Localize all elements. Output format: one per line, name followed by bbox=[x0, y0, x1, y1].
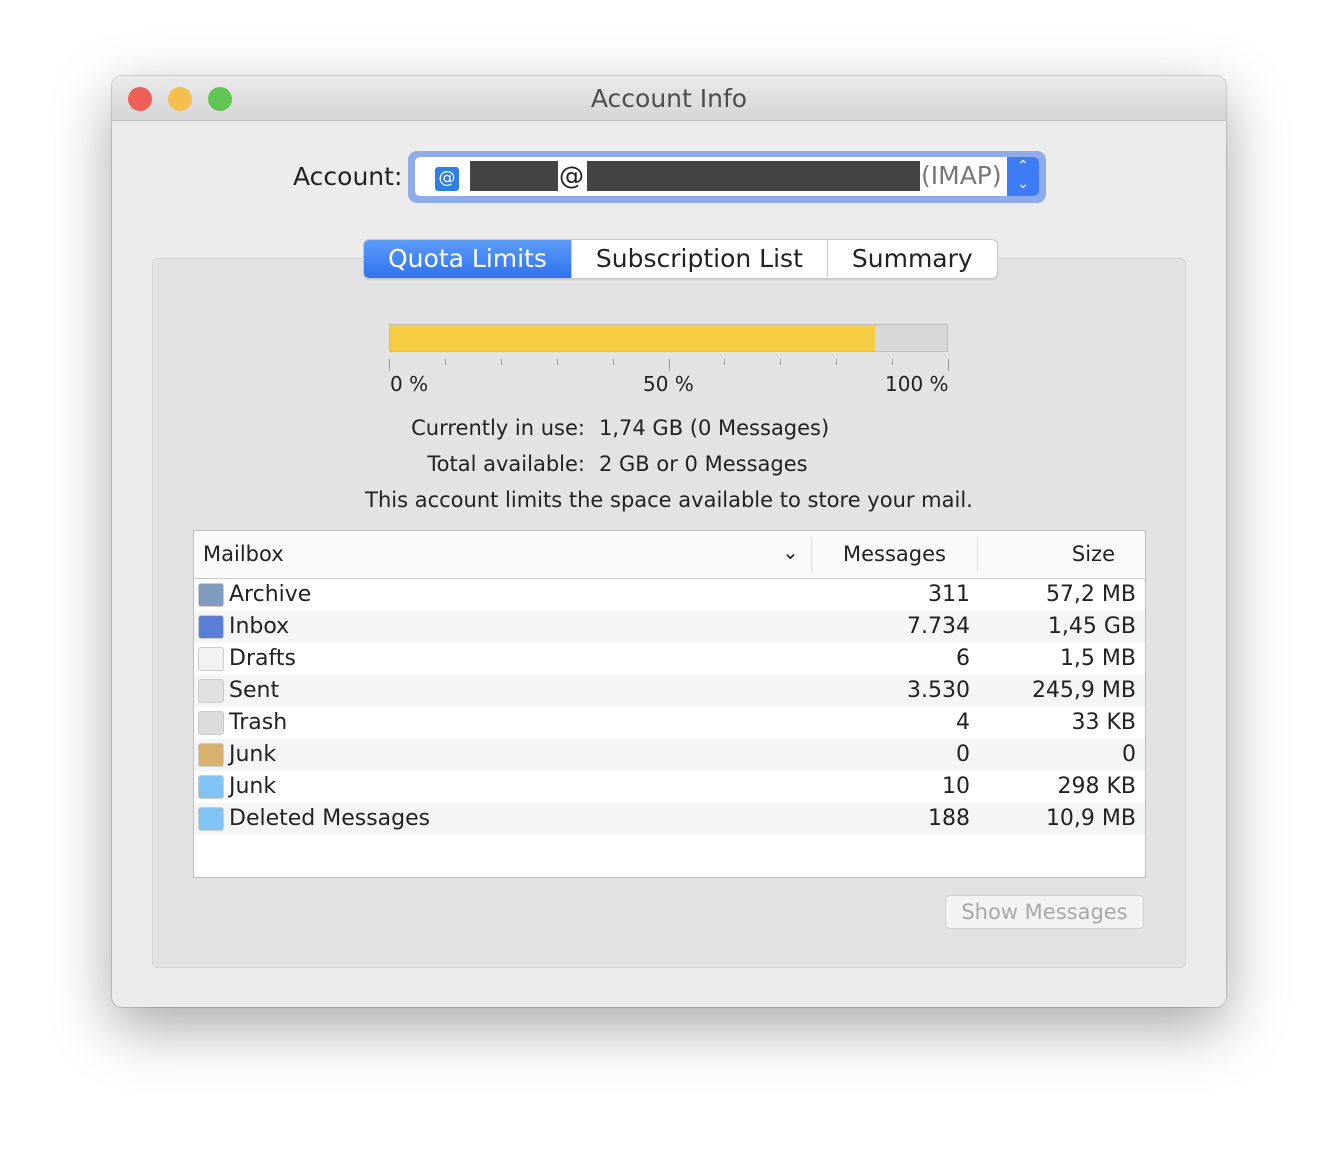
scale-tick bbox=[780, 359, 782, 365]
tab-summary[interactable]: Summary bbox=[828, 240, 997, 278]
title-bar: Account Info bbox=[112, 76, 1226, 121]
table-row[interactable]: Sent 3.530 245,9 MB bbox=[194, 675, 1145, 707]
in-use-label: Currently in use: bbox=[411, 416, 585, 440]
scale-tick bbox=[389, 359, 390, 371]
inbox-tray-icon bbox=[198, 615, 224, 639]
show-messages-button[interactable]: Show Messages bbox=[945, 895, 1144, 929]
table-row[interactable]: Archive 311 57,2 MB bbox=[194, 579, 1145, 611]
folder-icon bbox=[198, 775, 224, 799]
table-row[interactable]: Trash 4 33 KB bbox=[194, 707, 1145, 739]
scale-label-0: 0 % bbox=[390, 372, 429, 396]
quota-bar bbox=[389, 324, 948, 352]
scale-tick bbox=[948, 359, 949, 371]
account-label: Account: bbox=[293, 162, 403, 191]
scale-tick bbox=[836, 359, 838, 365]
mailbox-size: 245,9 MB bbox=[1031, 678, 1136, 703]
column-messages[interactable]: Messages bbox=[843, 542, 946, 566]
mailbox-size: 10,9 MB bbox=[1045, 806, 1136, 831]
quota-note: This account limits the space available … bbox=[365, 488, 973, 512]
draft-document-icon bbox=[198, 647, 224, 671]
scale-tick bbox=[612, 359, 614, 365]
at-sign-icon: @ bbox=[435, 167, 459, 191]
table-row[interactable]: Deleted Messages 188 10,9 MB bbox=[194, 803, 1145, 835]
in-use-value: 1,74 GB (0 Messages) bbox=[599, 416, 830, 440]
table-row[interactable]: Inbox 7.734 1,45 GB bbox=[194, 611, 1145, 643]
message-count: 10 bbox=[942, 774, 970, 799]
quota-bar-fill bbox=[390, 325, 875, 351]
mailbox-size: 298 KB bbox=[1057, 774, 1136, 799]
table-row[interactable]: Junk 10 298 KB bbox=[194, 771, 1145, 803]
paper-plane-icon bbox=[198, 679, 224, 703]
scale-label-50: 50 % bbox=[643, 372, 694, 396]
archive-box-icon bbox=[198, 583, 224, 607]
mailbox-name: Junk bbox=[229, 774, 277, 799]
mailbox-size: 1,5 MB bbox=[1059, 646, 1136, 671]
window-title: Account Info bbox=[590, 84, 748, 113]
mailbox-name: Drafts bbox=[229, 646, 296, 671]
mailbox-size: 33 KB bbox=[1071, 710, 1136, 735]
redacted-domain bbox=[587, 161, 920, 191]
message-count: 3.530 bbox=[907, 678, 970, 703]
scale-label-100: 100 % bbox=[885, 372, 949, 396]
column-size[interactable]: Size bbox=[1072, 542, 1115, 566]
chevron-down-icon[interactable]: ⌄ bbox=[782, 540, 799, 564]
tab-subscription-list[interactable]: Subscription List bbox=[572, 240, 828, 278]
message-count: 7.734 bbox=[907, 614, 970, 639]
mailbox-size: 0 bbox=[1122, 742, 1136, 767]
mailbox-name: Deleted Messages bbox=[229, 806, 431, 831]
scale-tick bbox=[668, 359, 670, 371]
scale-tick bbox=[500, 359, 502, 365]
table-header: Mailbox ⌄ Messages Size bbox=[194, 531, 1145, 579]
message-count: 0 bbox=[956, 742, 970, 767]
empty-row bbox=[194, 835, 1145, 867]
redacted-username bbox=[470, 161, 558, 191]
table-row[interactable]: Junk 0 0 bbox=[194, 739, 1145, 771]
total-label: Total available: bbox=[427, 452, 585, 476]
message-count: 188 bbox=[928, 806, 970, 831]
tab-bar: Quota Limits Subscription List Summary bbox=[363, 239, 998, 279]
scale-tick bbox=[556, 359, 558, 365]
mailbox-name: Archive bbox=[229, 582, 312, 607]
mailbox-size: 57,2 MB bbox=[1045, 582, 1136, 607]
scale-tick bbox=[724, 359, 726, 365]
mailbox-table: Mailbox ⌄ Messages Size Archive 311 57,2… bbox=[193, 530, 1146, 878]
column-mailbox[interactable]: Mailbox bbox=[203, 542, 284, 566]
mailbox-name: Sent bbox=[229, 678, 280, 703]
folder-icon bbox=[198, 807, 224, 831]
mailbox-name: Trash bbox=[229, 710, 288, 735]
mailbox-size: 1,45 GB bbox=[1047, 614, 1136, 639]
mailbox-name: Junk bbox=[229, 742, 277, 767]
mailbox-name: Inbox bbox=[229, 614, 290, 639]
account-at: @ bbox=[559, 161, 584, 190]
message-count: 4 bbox=[956, 710, 970, 735]
account-type: (IMAP) bbox=[921, 161, 1002, 190]
total-value: 2 GB or 0 Messages bbox=[599, 452, 808, 476]
account-popup[interactable]: @ @ (IMAP) ⌃ ⌄ bbox=[408, 151, 1046, 203]
chevron-up-down-icon[interactable]: ⌃ ⌄ bbox=[1007, 157, 1039, 196]
junk-box-icon bbox=[198, 743, 224, 767]
message-count: 311 bbox=[928, 582, 970, 607]
account-info-window: Account Info Account: @ @ (IMAP) ⌃ ⌄ Quot… bbox=[112, 76, 1226, 1007]
trash-can-icon bbox=[198, 711, 224, 735]
scale-tick bbox=[444, 359, 446, 365]
table-row[interactable]: Drafts 6 1,5 MB bbox=[194, 643, 1145, 675]
scale-tick bbox=[892, 359, 894, 365]
message-count: 6 bbox=[956, 646, 970, 671]
tab-quota-limits[interactable]: Quota Limits bbox=[364, 240, 572, 278]
table-body: Archive 311 57,2 MB Inbox 7.734 1,45 GB … bbox=[194, 579, 1145, 867]
